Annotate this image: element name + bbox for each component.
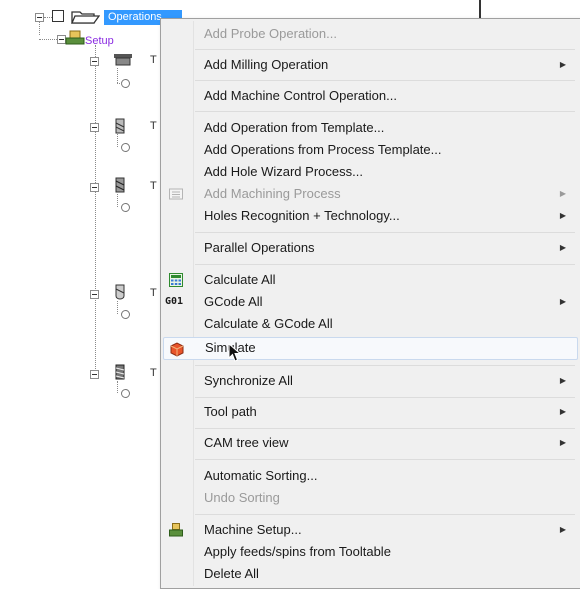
setup-node-label[interactable]: Setup [85,34,114,48]
menu-item-label: Machine Setup... [204,522,302,537]
op-collapse-toggle[interactable] [90,183,99,192]
menu-item-add-machine-control-operation[interactable]: Add Machine Control Operation... [163,85,578,107]
menu-item-undo-sorting[interactable]: Undo Sorting [163,487,578,509]
menu-item-gcode-all[interactable]: G01 GCode All ▶ [163,291,578,313]
menu-separator [195,514,575,515]
submenu-arrow-icon: ▶ [559,376,566,385]
op-label: T [150,54,157,66]
op-collapse-toggle[interactable] [90,290,99,299]
setup-icon [65,30,85,45]
menu-item-label: Synchronize All [204,373,293,388]
menu-separator [195,232,575,233]
menu-item-cam-tree-view[interactable]: CAM tree view ▶ [163,432,578,454]
op-child-icon [121,79,130,88]
menu-separator [195,428,575,429]
menu-item-apply-feeds-spins[interactable]: Apply feeds/spins from Tooltable [163,541,578,563]
mouse-cursor-icon [228,343,242,362]
menu-item-add-operations-from-process-template[interactable]: Add Operations from Process Template... [163,139,578,161]
calculator-icon [169,273,183,287]
op-collapse-toggle[interactable] [90,57,99,66]
menu-separator [195,365,575,366]
submenu-arrow-icon: ▶ [559,211,566,220]
pane-divider [479,0,481,18]
menu-item-label: Add Probe Operation... [204,26,337,41]
menu-item-label: CAM tree view [204,435,289,450]
menu-item-label: Apply feeds/spins from Tooltable [204,544,391,559]
menu-item-label: Add Machine Control Operation... [204,88,397,103]
folder-icon [71,11,100,24]
menu-separator [195,459,575,460]
menu-item-label: Add Hole Wizard Process... [204,164,363,179]
menu-separator [195,264,575,265]
menu-separator [195,80,575,81]
simulate-icon [170,342,184,357]
op-child-icon [121,143,130,152]
menu-item-label: Undo Sorting [204,490,280,505]
context-menu: Add Probe Operation... Add Milling Opera… [160,18,580,589]
menu-item-calculate-all[interactable]: Calculate All [163,269,578,291]
menu-separator [195,397,575,398]
op-label: T [150,180,157,192]
submenu-arrow-icon: ▶ [559,243,566,252]
menu-separator [195,111,575,112]
checkbox[interactable] [52,10,64,22]
menu-item-parallel-operations[interactable]: Parallel Operations ▶ [163,237,578,259]
op-label: T [150,287,157,299]
tap-icon [115,364,125,380]
drill-icon [115,118,125,134]
submenu-arrow-icon: ▶ [559,297,566,306]
menu-item-label: Automatic Sorting... [204,468,318,483]
machine-setup-icon [169,523,183,537]
menu-item-tool-path[interactable]: Tool path ▶ [163,401,578,423]
menu-item-label: Add Operations from Process Template... [204,142,442,157]
menu-item-delete-all[interactable]: Delete All [163,563,578,585]
menu-item-label: Add Operation from Template... [204,120,385,135]
menu-item-add-operation-from-template[interactable]: Add Operation from Template... [163,117,578,139]
submenu-arrow-icon: ▶ [559,438,566,447]
menu-item-holes-recognition-technology[interactable]: Holes Recognition + Technology... ▶ [163,205,578,227]
menu-item-calculate-gcode-all[interactable]: Calculate & GCode All [163,313,578,335]
menu-item-label: Delete All [204,566,259,581]
menu-item-label: Parallel Operations [204,240,315,255]
submenu-arrow-icon: ▶ [559,60,566,69]
menu-item-automatic-sorting[interactable]: Automatic Sorting... [163,465,578,487]
menu-item-label: Calculate & GCode All [204,316,333,331]
menu-item-synchronize-all[interactable]: Synchronize All ▶ [163,370,578,392]
op-collapse-toggle[interactable] [90,123,99,132]
menu-item-add-machining-process[interactable]: Add Machining Process ▶ [163,183,578,205]
menu-item-label: Tool path [204,404,257,419]
op-collapse-toggle[interactable] [90,370,99,379]
menu-item-label: Holes Recognition + Technology... [204,208,400,223]
op-child-icon [121,203,130,212]
menu-item-label: Add Machining Process [204,186,341,201]
gcode-icon: G01 [165,296,184,307]
submenu-arrow-icon: ▶ [559,189,566,198]
collapse-toggle[interactable] [35,13,44,22]
menu-item-add-hole-wizard-process[interactable]: Add Hole Wizard Process... [163,161,578,183]
op-label: T [150,367,157,379]
face-mill-icon [114,54,132,66]
menu-item-add-probe-operation[interactable]: Add Probe Operation... [163,23,578,45]
machining-process-icon [169,188,183,200]
op-child-icon [121,389,130,398]
submenu-arrow-icon: ▶ [559,525,566,534]
menu-item-label: Add Milling Operation [204,57,329,72]
ball-mill-icon [115,284,125,300]
menu-separator [195,49,575,50]
submenu-arrow-icon: ▶ [559,407,566,416]
op-child-icon [121,310,130,319]
menu-item-add-milling-operation[interactable]: Add Milling Operation ▶ [163,54,578,76]
end-mill-icon [115,177,125,193]
op-label: T [150,120,157,132]
menu-item-simulate[interactable]: Simulate [163,337,578,360]
menu-item-machine-setup[interactable]: Machine Setup... ▶ [163,519,578,541]
menu-item-label: GCode All [204,294,263,309]
menu-item-label: Calculate All [204,272,276,287]
